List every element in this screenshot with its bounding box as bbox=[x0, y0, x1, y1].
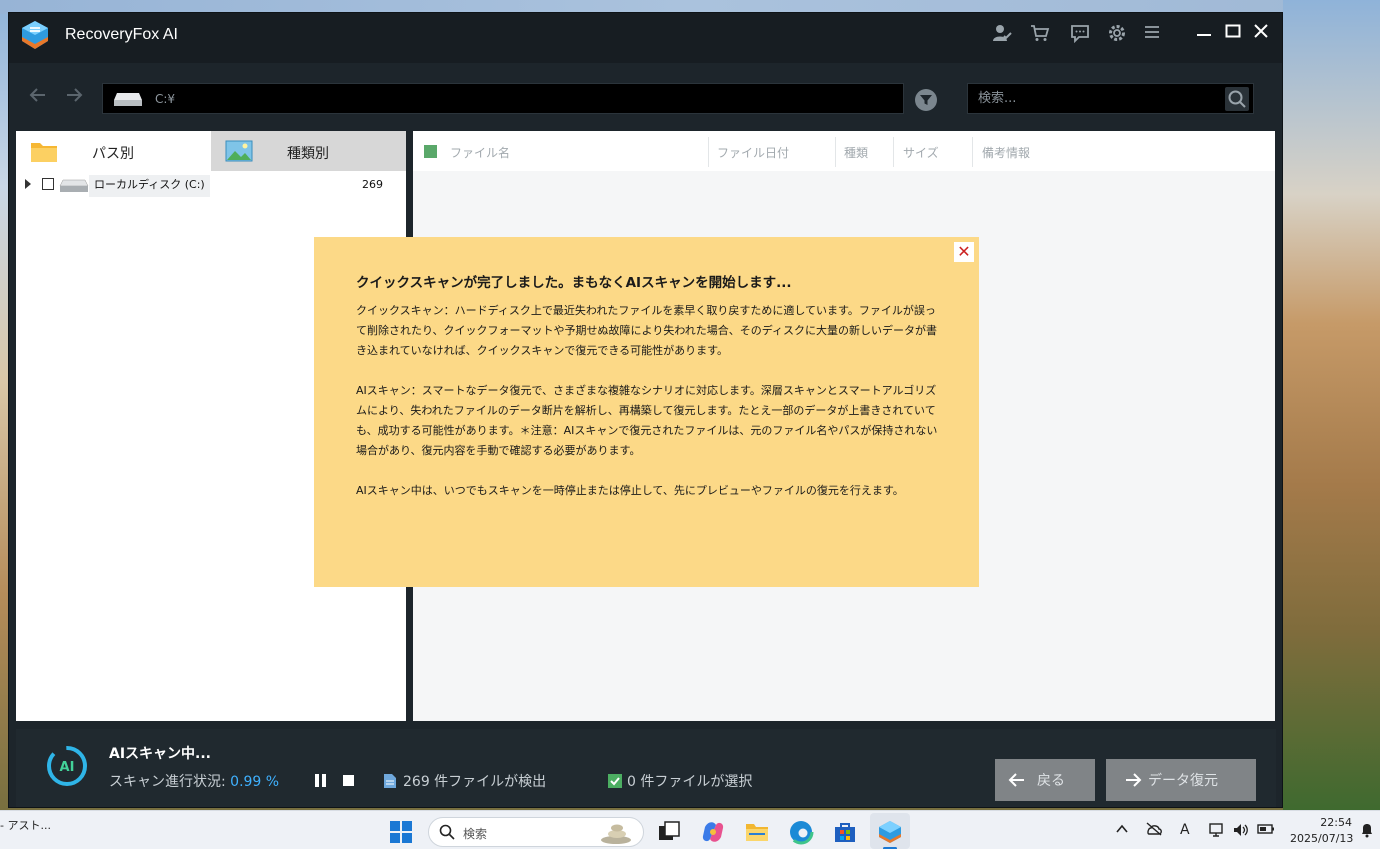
back-button[interactable]: 戻る bbox=[995, 759, 1095, 801]
menu-icon[interactable] bbox=[1139, 23, 1165, 49]
files-found-text: 269 件ファイルが検出 bbox=[403, 774, 547, 790]
svg-text:AI: AI bbox=[60, 760, 75, 775]
start-windows-icon[interactable] bbox=[390, 821, 412, 843]
stop-scan-button[interactable] bbox=[343, 775, 354, 786]
folder-icon bbox=[31, 143, 57, 162]
onedrive-offline-icon[interactable] bbox=[1145, 822, 1163, 840]
scan-progress: スキャン進行状況: 0.99 % bbox=[109, 771, 279, 791]
app-window: RecoveryFox AI C:¥ 検索... パス別 種類別 ローカルディス… bbox=[8, 12, 1283, 808]
drive-icon bbox=[114, 92, 142, 106]
right-arrow-icon bbox=[1126, 773, 1142, 787]
table-header: ファイル名 ファイル日付 種類 サイズ 備考情報 bbox=[413, 131, 1275, 171]
checkbox-checked-icon bbox=[608, 774, 622, 788]
title-bar: RecoveryFox AI bbox=[9, 13, 1282, 63]
taskbar-search-label: 検索 bbox=[463, 827, 488, 841]
dialog-paragraph-quick-scan: クイックスキャン：ハードディスク上で最近失われたファイルを素早く取り戻すために適… bbox=[356, 304, 938, 357]
maximize-button[interactable] bbox=[1220, 21, 1246, 47]
taskbar: - アスト... 検索 A 22:54 2025/07/13 bbox=[0, 810, 1380, 849]
path-bar[interactable]: C:¥ bbox=[102, 83, 904, 114]
notification-icon[interactable] bbox=[1360, 822, 1374, 842]
expand-arrow-icon[interactable] bbox=[25, 179, 31, 189]
ai-scan-icon: AI bbox=[47, 746, 87, 786]
search-input[interactable] bbox=[968, 84, 1223, 113]
app-logo-icon bbox=[22, 21, 48, 49]
recover-data-button[interactable]: データ復元 bbox=[1106, 759, 1256, 801]
system-clock[interactable]: 22:54 2025/07/13 bbox=[1290, 815, 1354, 847]
files-selected: 0 件ファイルが選択 bbox=[608, 771, 752, 791]
microsoft-store-icon[interactable] bbox=[832, 819, 858, 845]
ime-indicator[interactable]: A bbox=[1180, 822, 1190, 838]
search-icon bbox=[439, 824, 455, 844]
tree-checkbox[interactable] bbox=[42, 178, 54, 190]
drive-icon bbox=[59, 179, 89, 192]
recover-button-label: データ復元 bbox=[1148, 773, 1218, 789]
scan-progress-label: スキャン進行状況: bbox=[109, 774, 226, 790]
app-title: RecoveryFox AI bbox=[65, 26, 178, 43]
taskbar-widget-text[interactable]: - アスト... bbox=[0, 817, 51, 833]
files-selected-text: 0 件ファイルが選択 bbox=[627, 774, 753, 790]
back-button-label: 戻る bbox=[1037, 773, 1065, 789]
copilot-icon[interactable] bbox=[700, 819, 726, 845]
column-file-date[interactable]: ファイル日付 bbox=[717, 144, 789, 161]
dialog-title: クイックスキャンが完了しました。まもなくAIスキャンを開始します... bbox=[356, 275, 792, 291]
column-divider bbox=[972, 137, 973, 167]
column-notes[interactable]: 備考情報 bbox=[982, 144, 1030, 161]
network-icon[interactable] bbox=[1208, 822, 1226, 842]
account-icon[interactable] bbox=[989, 23, 1015, 49]
settings-gear-icon[interactable] bbox=[1104, 23, 1130, 49]
column-divider bbox=[835, 137, 836, 167]
search-box bbox=[967, 83, 1254, 114]
tab-by-type[interactable]: 種類別 bbox=[211, 131, 406, 171]
file-explorer-icon[interactable] bbox=[744, 819, 770, 845]
battery-icon[interactable] bbox=[1257, 822, 1275, 840]
scan-progress-value: 0.99 % bbox=[230, 774, 280, 790]
pause-scan-button[interactable] bbox=[315, 774, 329, 788]
volume-icon[interactable] bbox=[1232, 822, 1250, 842]
files-found: 269 件ファイルが検出 bbox=[383, 771, 546, 791]
clock-date: 2025/07/13 bbox=[1290, 832, 1354, 845]
tree-item-label[interactable]: ローカルディスク (C:) bbox=[89, 175, 210, 197]
tree-item-count: 269 bbox=[362, 178, 383, 191]
clock-time: 22:54 bbox=[1320, 816, 1352, 829]
select-all-checkbox[interactable] bbox=[424, 145, 437, 158]
dialog-close-button[interactable]: ✕ bbox=[954, 242, 974, 262]
image-icon bbox=[225, 140, 253, 162]
task-view-icon[interactable] bbox=[656, 819, 682, 845]
status-bar: AI AIスキャン中... スキャン進行状況: 0.99 % 269 件ファイル… bbox=[16, 729, 1276, 807]
left-arrow-icon bbox=[1008, 773, 1024, 787]
filter-button[interactable] bbox=[915, 89, 937, 111]
chevron-up-icon[interactable] bbox=[1115, 822, 1129, 840]
feedback-chat-icon[interactable] bbox=[1067, 23, 1093, 49]
search-icon[interactable] bbox=[1225, 87, 1249, 111]
edge-browser-icon[interactable] bbox=[788, 819, 814, 845]
minimize-button[interactable] bbox=[1191, 21, 1217, 47]
column-divider bbox=[893, 137, 894, 167]
column-divider bbox=[708, 137, 709, 167]
column-type[interactable]: 種類 bbox=[844, 144, 868, 161]
dialog-paragraph-ai-scan: AIスキャン：スマートなデータ復元で、さまざまな複雑なシナリオに対応します。深層… bbox=[356, 384, 938, 457]
column-size[interactable]: サイズ bbox=[903, 144, 939, 161]
tab-label: パス別 bbox=[92, 146, 134, 162]
scan-info-dialog: ✕ クイックスキャンが完了しました。まもなくAIスキャンを開始します... クイ… bbox=[314, 237, 979, 587]
back-arrow-icon[interactable] bbox=[25, 85, 51, 111]
taskbar-search[interactable]: 検索 bbox=[428, 817, 644, 847]
tab-label: 種類別 bbox=[287, 146, 329, 162]
desktop-wallpaper bbox=[1283, 0, 1380, 810]
dialog-paragraph-pause-note: AIスキャン中は、いつでもスキャンを一時停止または停止して、先にプレビューやファ… bbox=[356, 484, 904, 497]
document-icon bbox=[384, 774, 396, 788]
scan-status-title: AIスキャン中... bbox=[109, 746, 211, 762]
forward-arrow-icon[interactable] bbox=[61, 85, 87, 111]
tab-by-path[interactable]: パス別 bbox=[16, 131, 211, 171]
cart-icon[interactable] bbox=[1027, 23, 1053, 49]
tree-item-local-disk: ローカルディスク (C:) 269 bbox=[16, 175, 406, 197]
search-highlight-icon bbox=[601, 824, 631, 844]
close-window-button[interactable] bbox=[1248, 21, 1274, 47]
recoveryfox-taskbar-icon[interactable] bbox=[877, 819, 903, 845]
current-path: C:¥ bbox=[155, 91, 176, 106]
column-file-name[interactable]: ファイル名 bbox=[450, 144, 510, 161]
